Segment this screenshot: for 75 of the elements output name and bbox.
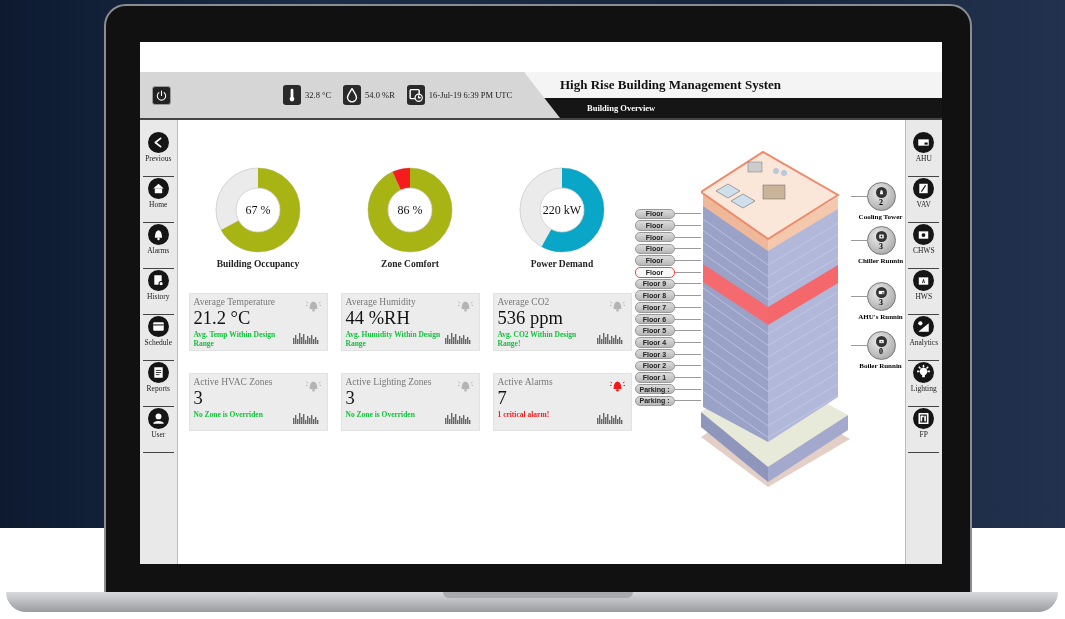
card-title: Active HVAC Zones [193,376,274,388]
panel-icon[interactable] [913,408,935,429]
leader-line [674,236,701,238]
report-icon[interactable] [147,362,169,383]
card-value: 44 %RH [345,308,411,328]
leader-line [674,225,701,227]
card-title: Active Alarms [497,376,554,388]
gauge-value: 86 % [397,203,423,217]
gauge-label: Power Demand [530,259,594,269]
bar-chart-icon [292,412,319,424]
gauge-value: 220 kW [542,203,582,217]
leader-line [674,388,701,390]
leader-line [674,341,701,343]
equipment-count: 2 [879,197,883,207]
light-bulb-icon[interactable] [913,362,935,383]
card-title: Active Lighting Zones [345,376,433,388]
card-title: Average Temperature [193,296,277,308]
reading-text: 16-Jul-19 6:39 PM UTC [428,90,513,100]
water-drop-icon [343,85,362,105]
bell-icon[interactable] [147,224,169,245]
leader-line [674,306,701,308]
leader-line [674,330,701,332]
gauge-label: Zone Comfort [381,259,439,269]
app-title: High Rise Building Management Systen [560,77,782,93]
leader-line [850,296,867,297]
card-value: 3 [345,388,356,408]
reading-text: 54.0 %R [365,90,395,100]
power-icon [155,88,168,102]
unit-icon [875,286,887,298]
equipment-count: 3 [879,297,883,307]
equipment-count: 3 [879,241,883,251]
equipment-count: 0 [879,346,883,356]
unit-icon[interactable] [913,132,935,153]
cooling-tower-icon [875,186,887,198]
bar-chart-icon [292,332,319,344]
leader-line [850,345,867,346]
equipment-indicator[interactable]: 2 [866,182,896,211]
leader-line [674,353,701,355]
leader-line [850,196,867,197]
calendar-clock-icon [406,85,425,105]
bar-chart-icon [596,332,623,344]
leader-line [674,248,701,250]
document-search-icon[interactable] [147,270,169,291]
leader-line [674,365,701,367]
leader-line [674,376,701,378]
card-title: Average CO2 [497,296,551,308]
calendar-icon[interactable] [147,316,169,337]
bar-chart-icon [444,412,471,424]
leader-line [674,283,701,285]
power-button[interactable] [152,85,171,105]
thermometer-icon [283,85,301,105]
leader-line [674,318,701,320]
gauge-label: Building Occupancy [216,259,300,269]
equipment-indicator[interactable]: 3 [866,226,896,255]
bar-chart-icon [596,412,623,424]
leader-line [674,295,701,297]
leader-line [674,400,701,402]
user-icon[interactable] [147,408,169,429]
equipment-indicator[interactable]: 0 [866,331,896,360]
leader-line [674,271,701,273]
house-icon[interactable] [147,178,169,199]
leader-line [674,260,701,262]
bar-chart-icon [444,332,471,344]
gauge-value: 67 % [245,203,271,217]
card-value: 3 [193,388,204,408]
equipment-indicator[interactable]: 3 [866,282,896,311]
card-title: Average Humidity [345,296,417,308]
leader-line [674,213,701,215]
page-title: Building Overview [587,103,656,113]
card-value: 7 [497,388,508,408]
card-value: 21.2 °C [193,308,252,328]
reading-text: 32.8 °C [305,90,332,100]
card-value: 536 ppm [497,308,564,328]
leader-line [850,240,867,241]
growth-chart-icon[interactable] [913,316,935,337]
